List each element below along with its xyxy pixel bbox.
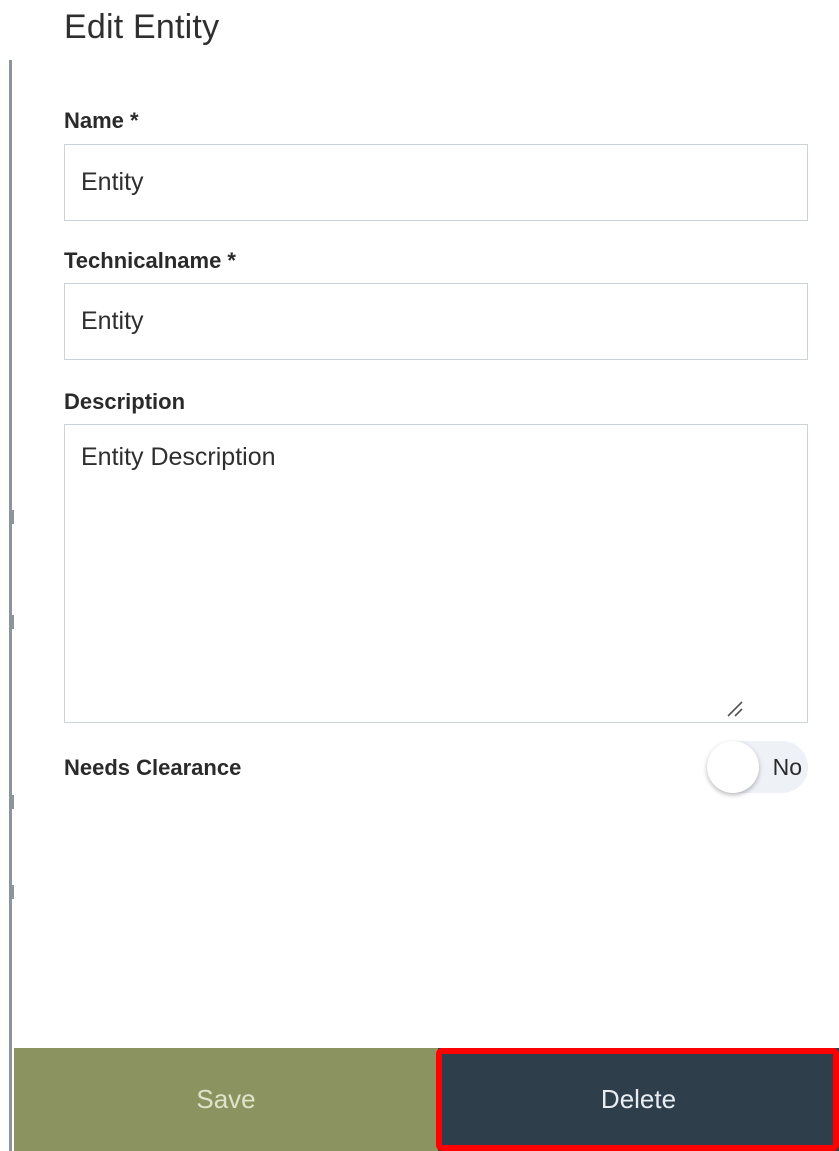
divider-tick (9, 510, 14, 524)
edit-entity-panel: Edit Entity Name * Technicalname * Descr… (0, 0, 839, 1151)
dialog-title: Edit Entity (64, 8, 220, 46)
delete-button[interactable]: Delete (438, 1048, 839, 1151)
resize-grip-icon[interactable] (724, 698, 744, 718)
divider-tick (9, 795, 14, 809)
save-button[interactable]: Save (14, 1048, 438, 1151)
left-divider (9, 60, 12, 1151)
divider-tick (9, 885, 14, 899)
technicalname-input[interactable] (64, 283, 808, 360)
dialog-footer: Save Delete (14, 1048, 839, 1151)
toggle-knob (707, 741, 759, 793)
name-label: Name * (64, 108, 139, 133)
toggle-state-text: No (772, 754, 802, 780)
description-label: Description (64, 389, 186, 414)
description-textarea[interactable]: Entity Description (64, 424, 808, 723)
needs-clearance-label: Needs Clearance (64, 755, 242, 780)
name-input[interactable] (64, 144, 808, 221)
divider-tick (9, 615, 14, 629)
technicalname-label: Technicalname * (64, 248, 236, 273)
needs-clearance-toggle[interactable]: No (707, 741, 808, 793)
